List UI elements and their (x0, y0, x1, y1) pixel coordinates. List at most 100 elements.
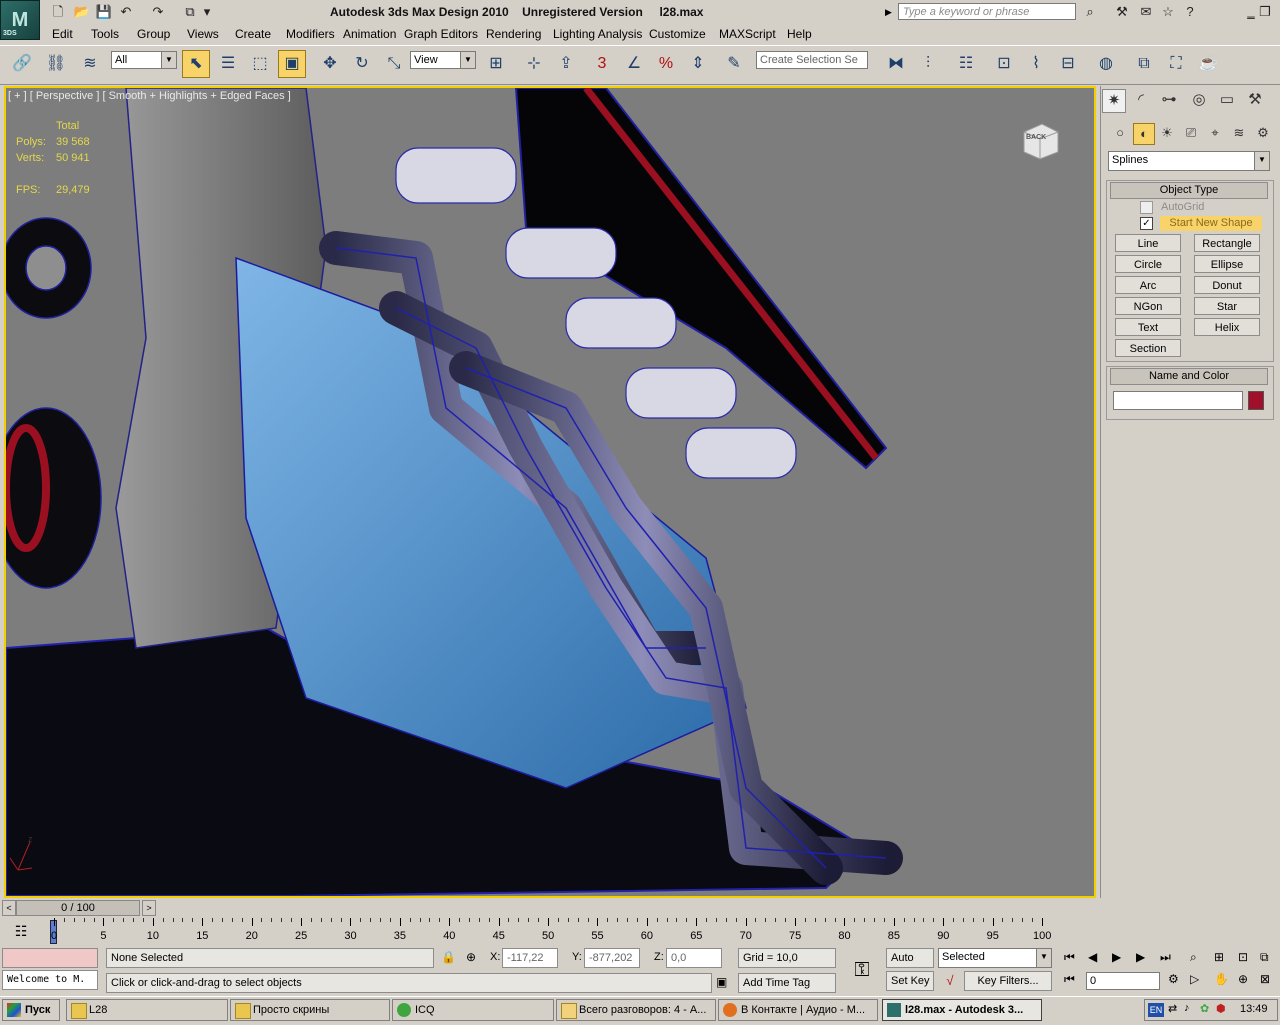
menu-create[interactable]: Create (235, 27, 271, 41)
y-coordinate-input[interactable]: -877,202 (584, 948, 640, 968)
menu-views[interactable]: Views (187, 27, 219, 41)
auto-key-button[interactable]: Auto Key (886, 948, 934, 982)
render-production-icon[interactable]: ☕ (1194, 50, 1222, 78)
lights-category-icon[interactable]: ☀ (1157, 123, 1177, 143)
spinner-snap-icon[interactable]: ⇕ (684, 50, 712, 78)
cameras-category-icon[interactable]: ⎚ (1181, 123, 1201, 143)
maxscript-mini-listener-top[interactable] (2, 948, 98, 968)
taskbar-item-vkontakte[interactable]: В Контакте | Аудио - М... (718, 999, 878, 1021)
perspective-viewport[interactable] (4, 86, 1096, 898)
help-icon[interactable]: ? (1180, 3, 1200, 21)
add-time-tag-button[interactable]: Add Time Tag (738, 973, 836, 993)
mirror-icon[interactable]: ⧓ (882, 50, 910, 78)
key-mode-toggle-icon[interactable]: ⏮ (1064, 972, 1075, 987)
shapes-category-icon[interactable]: ◐ (1133, 123, 1155, 145)
menu-animation[interactable]: Animation (343, 27, 396, 41)
utilities-tab-icon[interactable]: ⚒ (1244, 89, 1266, 111)
layer-manager-icon[interactable]: ☷ (952, 50, 980, 78)
undo-icon[interactable]: ↶ (116, 3, 136, 21)
shape-type-dropdown[interactable]: Splines ▼ (1108, 151, 1270, 171)
material-editor-icon[interactable]: ◍ (1092, 50, 1120, 78)
selection-filter-dropdown[interactable]: All ▼ (111, 51, 177, 69)
select-and-scale-icon[interactable]: ⤡ (380, 50, 408, 78)
application-menu-button[interactable]: M 3DS (0, 0, 40, 40)
menu-graph-editors[interactable]: Graph Editors (404, 27, 478, 41)
helix-button[interactable]: Helix (1194, 318, 1260, 336)
transform-type-in-icon[interactable]: ⊕ (466, 950, 476, 964)
x-coordinate-input[interactable]: -117,22 (502, 948, 558, 968)
next-frame-icon[interactable]: ▶ (1136, 950, 1145, 964)
menu-rendering[interactable]: Rendering (486, 27, 541, 41)
select-and-rotate-icon[interactable]: ↻ (348, 50, 376, 78)
new-file-icon[interactable]: 🗋 (48, 3, 68, 21)
object-type-title[interactable]: Object Type (1110, 182, 1268, 199)
current-frame-input[interactable]: 0 (1086, 972, 1160, 990)
line-button[interactable]: Line (1115, 234, 1181, 252)
set-key-icon[interactable]: ⚿ (842, 950, 882, 990)
select-and-move-icon[interactable]: ✥ (316, 50, 344, 78)
helpers-category-icon[interactable]: ⌖ (1205, 123, 1225, 143)
zoom-all-icon[interactable]: ⊞ (1214, 950, 1224, 964)
rectangle-button[interactable]: Rectangle (1194, 234, 1260, 252)
go-to-start-icon[interactable]: ⏮ (1064, 950, 1075, 965)
name-and-color-title[interactable]: Name and Color (1110, 368, 1268, 385)
section-button[interactable]: Section (1115, 339, 1181, 357)
next-frame-icon[interactable]: > (142, 900, 156, 916)
language-indicator[interactable]: EN (1148, 1003, 1164, 1017)
selection-lock-icon[interactable]: 🔒 (441, 950, 456, 964)
default-in-out-tangent-icon[interactable]: √ (940, 973, 960, 991)
align-icon[interactable]: ⫶ (914, 50, 942, 78)
object-color-swatch[interactable] (1248, 391, 1264, 410)
reference-coordinate-dropdown[interactable]: View ▼ (410, 51, 476, 69)
graphite-modeling-tools-icon[interactable]: ⊡ (990, 50, 1018, 78)
project-folder-icon[interactable]: ⧉ (180, 3, 200, 21)
open-file-icon[interactable]: 📂 (72, 3, 92, 21)
snaps-toggle-icon[interactable]: 3 (588, 50, 616, 78)
subscription-center-icon[interactable]: ⚒ (1112, 3, 1132, 21)
angle-snap-icon[interactable]: ∠ (620, 50, 648, 78)
keyboard-shortcut-override-icon[interactable]: ⇪ (552, 50, 580, 78)
save-file-icon[interactable]: 💾 (94, 3, 114, 21)
redo-icon[interactable]: ↷ (148, 3, 168, 21)
circle-button[interactable]: Circle (1115, 255, 1181, 273)
minimize-icon[interactable]: ‗ (1244, 3, 1258, 21)
menu-help[interactable]: Help (787, 27, 812, 41)
infocenter-collapse-icon[interactable]: ▶ (885, 4, 895, 20)
ngon-button[interactable]: NGon (1115, 297, 1181, 315)
hierarchy-tab-icon[interactable]: ⊶ (1158, 89, 1180, 111)
systems-category-icon[interactable]: ⚙ (1253, 123, 1273, 143)
object-name-input[interactable] (1113, 391, 1243, 410)
select-and-manipulate-icon[interactable]: ⊹ (520, 50, 548, 78)
ellipse-button[interactable]: Ellipse (1194, 255, 1260, 273)
select-by-name-icon[interactable]: ☰ (214, 50, 242, 78)
menu-lighting-analysis[interactable]: Lighting Analysis (553, 27, 642, 41)
bind-to-space-warp-icon[interactable]: ≋ (76, 50, 104, 78)
menu-maxscript[interactable]: MAXScript (719, 27, 776, 41)
taskbar-item-conversations[interactable]: Всего разговоров: 4 - А... (556, 999, 716, 1021)
display-tab-icon[interactable]: ▭ (1216, 89, 1238, 111)
binoculars-search-icon[interactable]: ⌕ (1080, 3, 1100, 21)
taskbar-item-icq[interactable]: ICQ (392, 999, 554, 1021)
start-new-shape-button[interactable]: Start New Shape (1160, 216, 1262, 231)
communication-center-icon[interactable]: ✉ (1136, 3, 1156, 21)
schematic-view-icon[interactable]: ⊟ (1054, 50, 1082, 78)
orbit-icon[interactable]: ⊕ (1238, 972, 1248, 986)
maximize-viewport-icon[interactable]: ⊠ (1260, 972, 1270, 986)
time-tag-icon[interactable]: ▣ (716, 975, 727, 989)
use-pivot-center-icon[interactable]: ⊞ (482, 50, 510, 78)
space-warps-category-icon[interactable]: ≋ (1229, 123, 1249, 143)
unlink-icon[interactable]: ⛓ (42, 50, 70, 78)
prev-frame-icon[interactable]: < (2, 900, 16, 916)
edit-named-selection-icon[interactable]: ✎ (720, 50, 748, 78)
key-filters-button[interactable]: Key Filters... (964, 971, 1052, 991)
tray-icq-icon[interactable]: ✿ (1200, 1002, 1209, 1015)
quick-access-dropdown-icon[interactable]: ▾ (201, 3, 213, 21)
tray-network-icon[interactable]: ⇄ (1168, 1002, 1177, 1015)
rectangular-selection-region-icon[interactable]: ⬚ (246, 50, 274, 78)
start-new-shape-checkbox[interactable]: ✓ (1140, 217, 1153, 230)
field-of-view-icon[interactable]: ▷ (1190, 972, 1199, 986)
tray-speaker-icon[interactable]: ♪ (1184, 1002, 1190, 1014)
render-setup-icon[interactable]: ⧉ (1130, 50, 1158, 78)
search-input[interactable]: Type a keyword or phrase (898, 3, 1076, 20)
autogrid-checkbox[interactable] (1140, 201, 1153, 214)
